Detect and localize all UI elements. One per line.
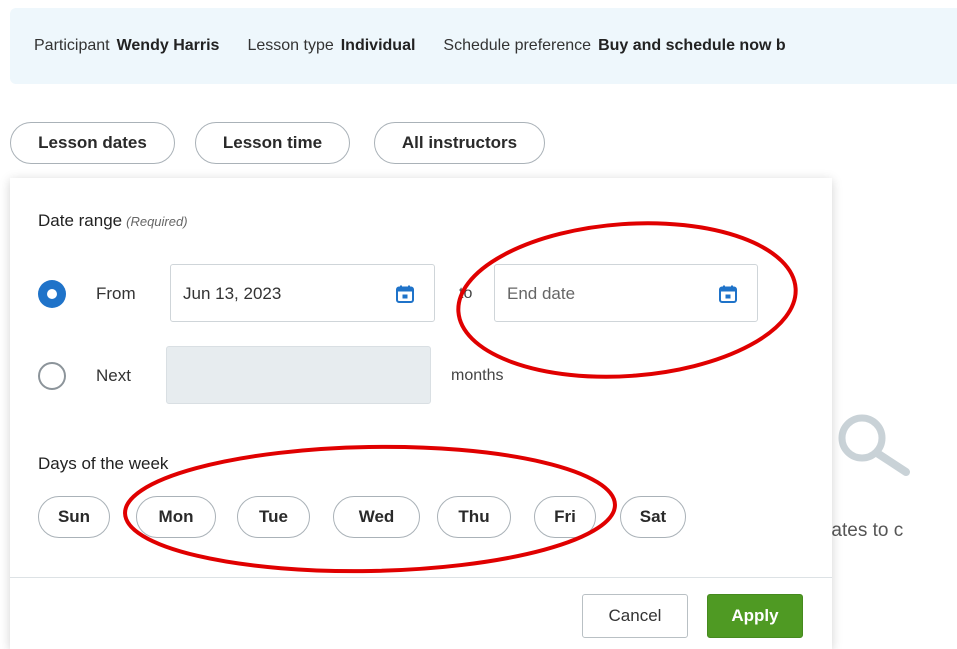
calendar-icon[interactable] [719,285,737,303]
date-range-label: Date range [38,211,123,230]
schedule-preference-group: Schedule preference Buy and schedule now… [443,37,785,55]
date-range-title: Date range (Required) [38,211,188,231]
apply-button[interactable]: Apply [707,594,803,638]
lesson-type-group: Lesson type Individual [247,37,415,55]
start-date-field[interactable]: Jun 13, 2023 [170,264,435,322]
days-of-week-title: Days of the week [38,454,169,473]
lesson-time-filter-button[interactable]: Lesson time [195,122,350,164]
search-icon [838,414,910,476]
cancel-button[interactable]: Cancel [582,594,688,638]
start-date-value: Jun 13, 2023 [183,284,282,303]
from-label: From [96,284,136,303]
lesson-dates-panel: Date range (Required) From Jun 13, 2023 t… [10,178,832,649]
lesson-dates-filter-button[interactable]: Lesson dates [10,122,175,164]
calendar-icon[interactable] [396,285,414,303]
schedule-preference-label: Schedule preference [443,37,592,54]
participant-value: Wendy Harris [116,37,220,54]
instructors-filter-button[interactable]: All instructors [374,122,545,164]
day-wed-button[interactable]: Wed [333,496,420,538]
to-label: to [459,285,473,302]
lesson-type-label: Lesson type [247,37,334,54]
participant-label: Participant [34,37,110,54]
panel-divider [10,577,832,578]
day-thu-button[interactable]: Thu [437,496,511,538]
day-tue-button[interactable]: Tue [237,496,310,538]
schedule-preference-value: Buy and schedule now b [598,37,786,54]
day-sat-button[interactable]: Sat [620,496,686,538]
from-radio[interactable] [38,280,66,308]
participant-group: Participant Wendy Harris [34,37,219,55]
next-label: Next [96,366,131,385]
end-date-placeholder: End date [507,284,576,303]
next-radio[interactable] [38,362,66,390]
day-sun-button[interactable]: Sun [38,496,110,538]
day-fri-button[interactable]: Fri [534,496,596,538]
day-mon-button[interactable]: Mon [136,496,216,538]
required-label: (Required) [126,214,188,229]
months-count-input[interactable] [166,346,431,404]
lesson-type-value: Individual [340,37,416,54]
months-label: months [451,367,504,384]
booking-summary-bar: Participant Wendy Harris Lesson type Ind… [10,8,957,84]
end-date-field[interactable]: End date [494,264,758,322]
